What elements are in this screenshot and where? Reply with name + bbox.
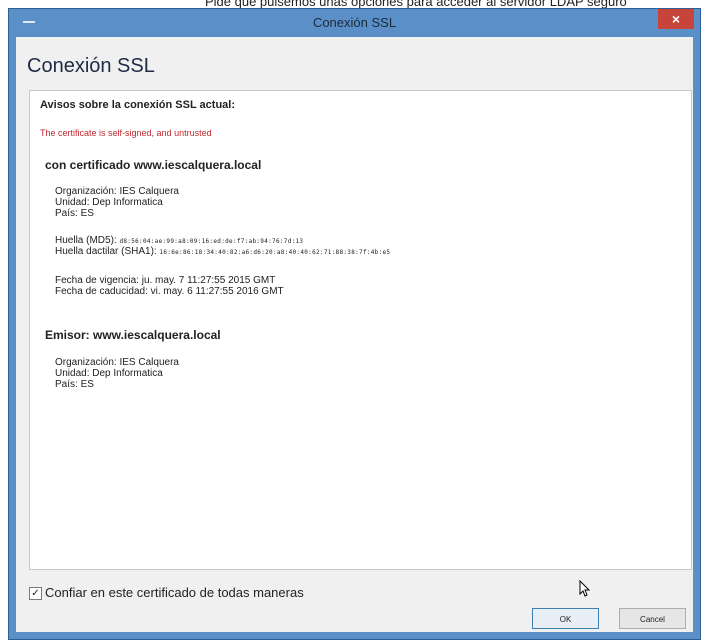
certificate-country: País: ES xyxy=(55,208,94,219)
valid-to: Fecha de caducidad: vi. may. 6 11:27:55 … xyxy=(55,286,284,297)
warning-message: The certificate is self-signed, and untr… xyxy=(40,128,212,138)
ssl-dialog-window: Conexión SSL × Conexión SSL Avisos sobre… xyxy=(8,8,701,640)
certificate-title: con certificado www.iescalquera.local xyxy=(45,158,262,172)
page-top-text: Pide que pulsemos unas opciones para acc… xyxy=(205,0,627,8)
warnings-title: Avisos sobre la conexión SSL actual: xyxy=(40,99,236,111)
issuer-country: País: ES xyxy=(55,379,94,390)
md5-label: Huella (MD5): xyxy=(55,235,117,246)
trust-checkbox-label[interactable]: Confiar en este certificado de todas man… xyxy=(45,585,304,600)
md5-value: d8:56:04:ae:99:a8:09:16:ed:de:f7:ab:94:7… xyxy=(119,238,304,245)
dialog-body: Conexión SSL Avisos sobre la conexión SS… xyxy=(16,37,693,632)
cancel-button[interactable]: Cancel xyxy=(619,608,686,629)
sha1-value: 16:6e:86:18:34:40:82:a6:d6:20:a8:40:40:6… xyxy=(159,249,391,256)
issuer-title: Emisor: www.iescalquera.local xyxy=(45,328,221,342)
mouse-cursor-icon xyxy=(579,580,591,597)
page-top-text-strip: Pide que pulsemos unas opciones para acc… xyxy=(0,0,701,8)
sha1-label: Huella dactilar (SHA1): xyxy=(55,246,157,257)
ok-button[interactable]: OK xyxy=(532,608,599,629)
window-title: Conexión SSL xyxy=(312,15,397,30)
sha1-row: Huella dactilar (SHA1): 16:6e:86:18:34:4… xyxy=(55,246,390,257)
certificate-info-panel[interactable]: Avisos sobre la conexión SSL actual: The… xyxy=(29,90,692,570)
dialog-heading: Conexión SSL xyxy=(27,55,155,77)
valid-from: Fecha de vigencia: ju. may. 7 11:27:55 2… xyxy=(55,275,276,286)
close-button[interactable]: × xyxy=(658,9,694,29)
issuer-organization: Organización: IES Calquera xyxy=(55,357,179,368)
issuer-unit: Unidad: Dep Informatica xyxy=(55,368,163,379)
title-bar[interactable]: Conexión SSL × xyxy=(9,9,700,37)
trust-checkbox[interactable]: ✓ xyxy=(29,587,42,600)
certificate-organization: Organización: IES Calquera xyxy=(55,186,179,197)
certificate-unit: Unidad: Dep Informatica xyxy=(55,197,163,208)
md5-row: Huella (MD5): d8:56:04:ae:99:a8:09:16:ed… xyxy=(55,235,303,246)
